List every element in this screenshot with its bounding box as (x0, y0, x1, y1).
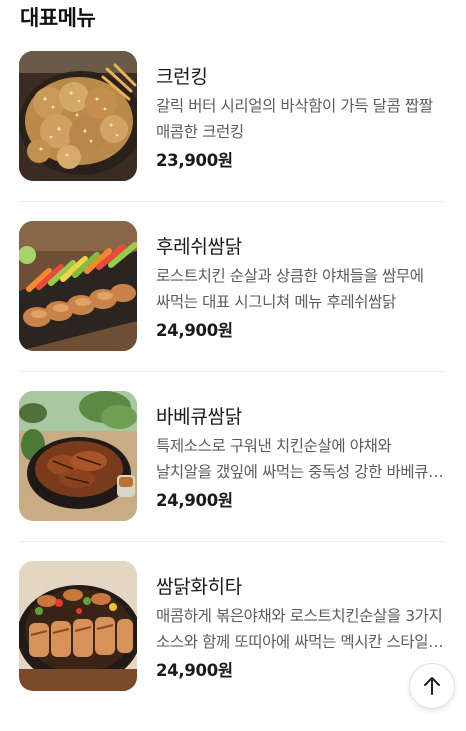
menu-item-price: 24,900원 (156, 321, 233, 340)
menu-item-price: 23,900원 (156, 151, 233, 170)
menu-item-description: 갈릭 버터 시리얼의 바삭함이 가득 달콤 짭짤 매콤한 크런킹 (156, 97, 433, 141)
section-title: 대표메뉴 (20, 6, 96, 30)
menu-item-image (19, 51, 137, 181)
scroll-to-top-button[interactable] (409, 663, 455, 709)
menu-item[interactable]: 크런킹 갈릭 버터 시리얼의 바삭함이 가득 달콤 짭짤 매콤한 크런킹 23,… (0, 51, 466, 221)
menu-item-name: 쌈닭화히타 (156, 576, 242, 598)
divider (20, 201, 446, 202)
divider (20, 371, 446, 372)
menu-item-description: 로스트치킨 순살과 상큼한 야채들을 쌈무에 싸먹는 대표 시그니쳐 메뉴 후레… (156, 267, 424, 311)
menu-item-name: 크런킹 (156, 66, 208, 88)
menu-item-image (19, 221, 137, 351)
menu-item-price: 24,900원 (156, 661, 233, 680)
menu-item-name: 바베큐쌈닭 (156, 406, 242, 428)
menu-item[interactable]: 후레쉬쌈닭 로스트치킨 순살과 상큼한 야채들을 쌈무에 싸먹는 대표 시그니쳐… (0, 221, 466, 391)
menu-item-image (19, 391, 137, 521)
arrow-up-icon (424, 677, 440, 695)
menu-item-description: 특제소스로 구워낸 치킨순살에 야채와 날치알을 갰잎에 싸먹는 중독성 강한 … (156, 437, 429, 481)
menu-item[interactable]: 바베큐쌈닭 특제소스로 구워낸 치킨순살에 야채와 날치알을 갰잎에 싸먹는 중… (0, 391, 466, 561)
menu-item-image (19, 561, 137, 691)
menu-item-price: 24,900원 (156, 491, 233, 510)
menu-item[interactable]: 쌈닭화히타 매콤하게 볶은야채와 로스트치킨순살을 3가지 소스와 함께 또띠아… (0, 561, 466, 731)
divider (20, 541, 446, 542)
menu-item-name: 후레쉬쌈닭 (156, 236, 242, 258)
menu-item-description: 매콤하게 볶은야채와 로스트치킨순살을 3가지 소스와 함께 또띠아에 싸먹는 … (156, 607, 443, 651)
